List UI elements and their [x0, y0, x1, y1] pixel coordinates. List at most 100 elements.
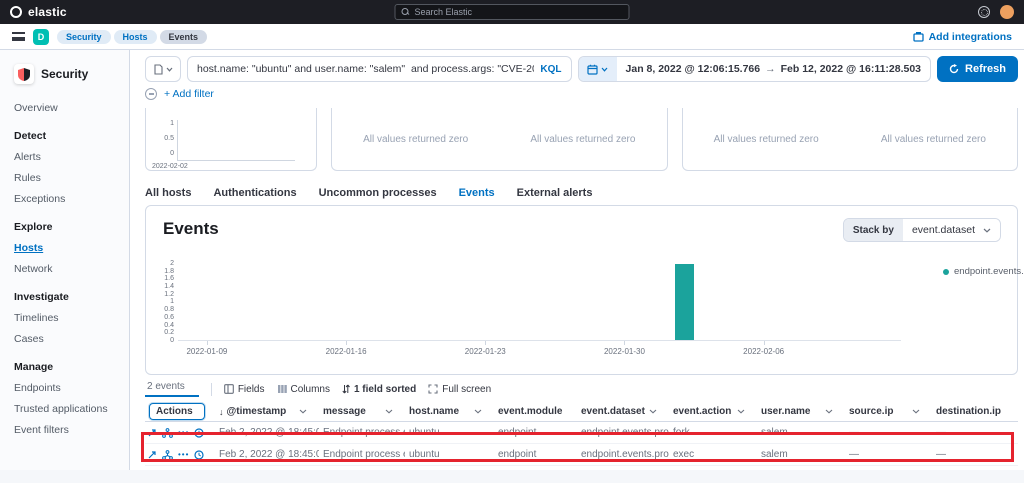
cell-user-name[interactable]: salem: [757, 449, 845, 460]
sidebar-item-alerts[interactable]: Alerts: [14, 151, 119, 163]
search-input[interactable]: [415, 7, 623, 17]
table-row[interactable]: ••• Feb 2, 2022 @ 18:45:06.528 Endpoint …: [145, 422, 1018, 444]
more-actions-icon[interactable]: •••: [178, 450, 189, 459]
sidebar-item-endpoints[interactable]: Endpoints: [14, 382, 119, 394]
chevron-down-icon[interactable]: [737, 409, 745, 414]
cell-message[interactable]: Endpoint process event: [319, 449, 405, 460]
cell-event-action[interactable]: exec: [669, 449, 757, 460]
chevron-down-icon[interactable]: [299, 409, 307, 414]
chart-bar[interactable]: [675, 264, 694, 340]
analyze-event-icon[interactable]: [162, 450, 173, 460]
kpi-mini-chart-card: 1 0.5 0 2022-02-02: [145, 108, 317, 171]
saved-query-menu-button[interactable]: [145, 56, 181, 82]
sorted-fields-button[interactable]: 1 field sorted: [342, 384, 416, 395]
column-header-event-module[interactable]: event.module: [494, 406, 577, 417]
chevron-down-icon[interactable]: [385, 409, 393, 414]
column-header-user-name[interactable]: user.name: [757, 406, 845, 417]
menu-icon[interactable]: [12, 32, 25, 41]
column-header-host-name[interactable]: host.name: [405, 406, 494, 417]
expand-event-icon[interactable]: [147, 450, 157, 460]
column-header-event-action[interactable]: event.action: [669, 406, 757, 417]
user-avatar[interactable]: [1000, 5, 1014, 19]
add-to-timeline-icon[interactable]: [194, 450, 204, 460]
cell-message[interactable]: Endpoint process event: [319, 427, 405, 438]
refresh-button[interactable]: Refresh: [937, 56, 1018, 82]
kpi-cards-row: 1 0.5 0 2022-02-02 All values returned z…: [130, 108, 1024, 171]
column-header-event-dataset[interactable]: event.dataset: [577, 406, 669, 417]
add-to-timeline-icon[interactable]: [194, 428, 204, 438]
chevron-down-icon[interactable]: [474, 409, 482, 414]
cell-event-dataset[interactable]: endpoint.events.process: [577, 427, 669, 438]
chart-plot[interactable]: [178, 264, 901, 341]
column-header-timestamp[interactable]: ↓ @timestamp: [215, 406, 319, 417]
analyze-event-icon[interactable]: [162, 428, 173, 438]
date-picker: Jan 8, 2022 @ 12:06:15.766 → Feb 12, 202…: [578, 56, 932, 82]
y-axis-ticks: 21.81.61.41.210.80.60.40.20: [150, 260, 174, 345]
kql-query-input-box[interactable]: KQL: [187, 56, 572, 82]
sidebar-item-event-filters[interactable]: Event filters: [14, 424, 119, 436]
cell-event-dataset[interactable]: endpoint.events.process: [577, 449, 669, 460]
cell-source-ip: —: [845, 427, 932, 438]
expand-event-icon[interactable]: [147, 428, 157, 438]
date-range-end[interactable]: Feb 12, 2022 @ 16:11:28.503: [781, 63, 921, 75]
sidebar-item-cases[interactable]: Cases: [14, 333, 119, 345]
refresh-label: Refresh: [965, 63, 1006, 75]
sidebar-item-trusted-applications[interactable]: Trusted applications: [14, 403, 119, 415]
fields-button[interactable]: Fields: [224, 384, 265, 395]
breadcrumb-security[interactable]: Security: [57, 30, 111, 44]
date-range[interactable]: Jan 8, 2022 @ 12:06:15.766 → Feb 12, 202…: [617, 57, 931, 81]
columns-button[interactable]: Columns: [277, 384, 330, 395]
sidebar-item-hosts[interactable]: Hosts: [14, 242, 119, 254]
cell-host-name[interactable]: ubuntu: [405, 427, 494, 438]
cell-user-name[interactable]: salem: [757, 427, 845, 438]
sidebar-item-timelines[interactable]: Timelines: [14, 312, 119, 324]
space-badge[interactable]: D: [33, 29, 49, 45]
help-icon[interactable]: [978, 6, 990, 18]
mini-y-tick: 1: [152, 116, 174, 131]
sidebar-item-exceptions[interactable]: Exceptions: [14, 193, 119, 205]
sidebar-item-overview[interactable]: Overview: [14, 102, 119, 114]
cell-event-module[interactable]: endpoint: [494, 449, 577, 460]
cell-source-ip: —: [845, 449, 932, 460]
breadcrumb-hosts[interactable]: Hosts: [114, 30, 157, 44]
cell-host-name[interactable]: ubuntu: [405, 449, 494, 460]
more-actions-icon[interactable]: •••: [178, 428, 189, 437]
cell-event-module[interactable]: endpoint: [494, 427, 577, 438]
sidebar-item-network[interactable]: Network: [14, 263, 119, 275]
stack-by-select[interactable]: event.dataset: [903, 219, 1000, 241]
elastic-brand[interactable]: elastic: [10, 5, 67, 19]
chart-legend[interactable]: endpoint.events.process: [943, 266, 1024, 277]
dataset-header-label: event.dataset: [581, 406, 645, 417]
column-header-destination-ip[interactable]: destination.ip: [932, 406, 1010, 417]
mini-y-tick: 0: [152, 146, 174, 161]
cell-timestamp[interactable]: Feb 2, 2022 @ 18:45:06.528: [215, 427, 319, 438]
sidebar-item-rules[interactable]: Rules: [14, 172, 119, 184]
mini-chart-x-tick: 2022-02-02: [152, 163, 188, 170]
add-integrations-link[interactable]: Add integrations: [913, 31, 1012, 43]
chevron-down-icon[interactable]: [825, 409, 833, 414]
top-navigation-bar: elastic: [0, 0, 1024, 24]
cell-event-action[interactable]: fork: [669, 427, 757, 438]
main-content: KQL Jan 8, 2022 @ 12:06:15.766 → Feb 12,…: [130, 50, 1024, 483]
zero-values-message: All values returned zero: [499, 134, 666, 145]
cell-timestamp[interactable]: Feb 2, 2022 @ 18:45:06.410: [215, 449, 319, 460]
date-quick-select-button[interactable]: [579, 57, 617, 81]
filter-options-icon[interactable]: [145, 88, 157, 100]
add-filter-button[interactable]: + Add filter: [164, 88, 214, 100]
events-panel: Events Stack by event.dataset 21.81.61.4…: [145, 205, 1018, 375]
table-row[interactable]: ••• Feb 2, 2022 @ 18:45:06.410 Endpoint …: [145, 444, 1018, 466]
column-header-message[interactable]: message: [319, 406, 405, 417]
column-header-source-ip[interactable]: source.ip: [845, 406, 932, 417]
cell-destination-ip: —: [932, 427, 1010, 438]
chevron-down-icon[interactable]: [912, 409, 920, 414]
table-header-row: Actions ↓ @timestamp message host.name e…: [145, 402, 1018, 422]
query-language-button[interactable]: KQL: [540, 64, 561, 75]
stack-by-value: event.dataset: [912, 224, 975, 236]
chevron-down-icon[interactable]: [649, 409, 657, 414]
global-search[interactable]: [395, 4, 630, 20]
date-range-start[interactable]: Jan 8, 2022 @ 12:06:15.766: [626, 63, 761, 75]
table-toolbar: 2 events Fields Columns 1 field sorted F…: [145, 381, 1018, 397]
query-input[interactable]: [197, 63, 534, 75]
full-screen-button[interactable]: Full screen: [428, 384, 491, 395]
actions-header-label[interactable]: Actions: [149, 403, 205, 420]
